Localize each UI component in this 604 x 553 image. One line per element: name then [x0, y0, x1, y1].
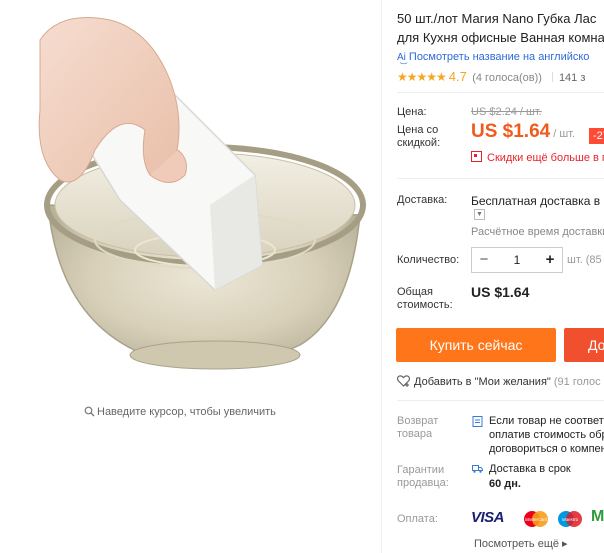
total-price: US $1.64 — [471, 284, 530, 300]
total-label: Общая стоимость: — [397, 286, 453, 312]
seller-guarantee-label-line-1: Гарантии — [397, 464, 445, 476]
add-to-wishlist-link[interactable]: Добавить в "Мои желания" (91 голос — [396, 375, 601, 388]
mastercard-text: MasterCard — [525, 517, 548, 522]
separator-line — [397, 92, 604, 93]
heart-icon — [396, 375, 411, 387]
zoom-hint: Наведите курсор, чтобы увеличить — [84, 406, 276, 418]
original-price: US $2.24 / шт. — [471, 106, 542, 118]
maestro-logo: Maestro — [558, 511, 582, 527]
product-info-panel: 50 шт./лот Магия Nano Губка Лас для Кухн… — [381, 0, 604, 553]
discount-price-label: Цена со скидкой: — [397, 124, 440, 150]
see-more-payment-link[interactable]: Посмотреть ещё ▸ — [474, 537, 568, 550]
rating-stars-icon: ★★★★★ — [397, 70, 447, 84]
rating-value: 4.7 — [448, 69, 467, 84]
shipping-label: Доставка: — [397, 194, 448, 206]
delivery-truck-icon — [472, 465, 483, 473]
document-icon — [472, 416, 483, 427]
returns-label-line-1: Возврат — [397, 415, 439, 427]
bulk-discount-text: Скидки ещё больше в п — [487, 152, 604, 164]
qr-code-icon — [471, 151, 482, 162]
wishlist-count: (91 голос — [553, 376, 601, 388]
rating-row: ★★★★★ 4.7 (4 голоса(ов)) 141 з — [397, 69, 585, 84]
payment-label: Оплата: — [397, 513, 438, 525]
quantity-decrease-button[interactable]: − — [472, 248, 496, 272]
discount-price-label-line-1: Цена со — [397, 124, 439, 136]
seller-guarantee-label-line-2: продавца: — [397, 477, 449, 489]
delivery-days: 60 дн. — [489, 478, 521, 490]
shipping-method[interactable]: Бесплатная доставка в R — [471, 194, 604, 208]
price-per-unit: / шт. — [553, 128, 576, 140]
quantity-input[interactable]: 1 — [496, 248, 538, 272]
rating-separator — [551, 72, 553, 82]
sale-price-value: US $1.64 — [471, 121, 551, 142]
total-label-line-2: стоимость: — [397, 299, 453, 311]
orders-count: 141 з — [558, 72, 586, 84]
seller-guarantee-label: Гарантии продавца: — [397, 464, 449, 490]
quantity-increase-button[interactable]: + — [538, 248, 562, 272]
delivery-estimate: Расчётное время доставки — [471, 226, 604, 238]
discount-price-label-line-2: скидкой: — [397, 137, 441, 149]
visa-logo: VISA — [471, 509, 505, 526]
discount-badge: -27 — [589, 128, 604, 144]
separator-line — [397, 400, 604, 401]
returns-text-line-3: договориться о компен — [489, 443, 604, 455]
returns-text-line-2: оплатив стоимость обр — [489, 429, 604, 441]
product-title-line-2: для Кухня офисные Ванная комна — [397, 30, 604, 45]
product-title-line-1: 50 шт./лот Магия Nano Губка Лас — [397, 11, 597, 26]
quantity-label: Количество: — [397, 254, 460, 266]
returns-label: Возврат товара — [397, 415, 438, 441]
separator-line — [397, 178, 604, 179]
translate-title-link[interactable]: A͜i Посмотреть название на английско — [397, 51, 589, 63]
quantity-available: шт. (85 — [567, 254, 602, 266]
total-label-line-1: Общая — [397, 286, 433, 298]
add-to-cart-button[interactable]: До — [564, 328, 604, 362]
buy-now-button[interactable]: Купить сейчас — [396, 328, 556, 362]
product-image-area[interactable]: Наведите курсор, чтобы увеличить — [0, 0, 380, 553]
maestro-text: Maestro — [562, 517, 579, 522]
votes-count-link[interactable]: (4 голоса(ов)) — [472, 72, 542, 84]
search-icon — [84, 406, 95, 417]
price-label: Цена: — [397, 106, 427, 118]
sale-price: US $1.64/ шт. — [471, 121, 575, 143]
returns-label-line-2: товара — [397, 428, 433, 440]
returns-text-line-1: Если товар не соответс — [489, 415, 604, 427]
on-time-delivery: Доставка в срок — [489, 463, 571, 475]
chevron-down-icon[interactable]: ▼ — [474, 209, 485, 220]
product-photo[interactable] — [0, 0, 380, 400]
translate-link-text: Посмотреть название на английско — [408, 51, 590, 63]
ai-translate-icon: A͜i — [397, 52, 406, 63]
payment-more-logo: M — [591, 508, 604, 525]
returns-text: Если товар не соответс оплатив стоимость… — [489, 414, 604, 456]
bulk-discount-link[interactable]: Скидки ещё больше в п — [471, 151, 604, 164]
product-title: 50 шт./лот Магия Nano Губка Лас для Кухн… — [397, 9, 604, 47]
wishlist-label: Добавить в "Мои желания" — [414, 376, 551, 388]
mastercard-logo: MasterCard — [524, 511, 548, 527]
zoom-hint-text: Наведите курсор, чтобы увеличить — [97, 406, 276, 418]
quantity-stepper[interactable]: − 1 + — [471, 247, 563, 273]
